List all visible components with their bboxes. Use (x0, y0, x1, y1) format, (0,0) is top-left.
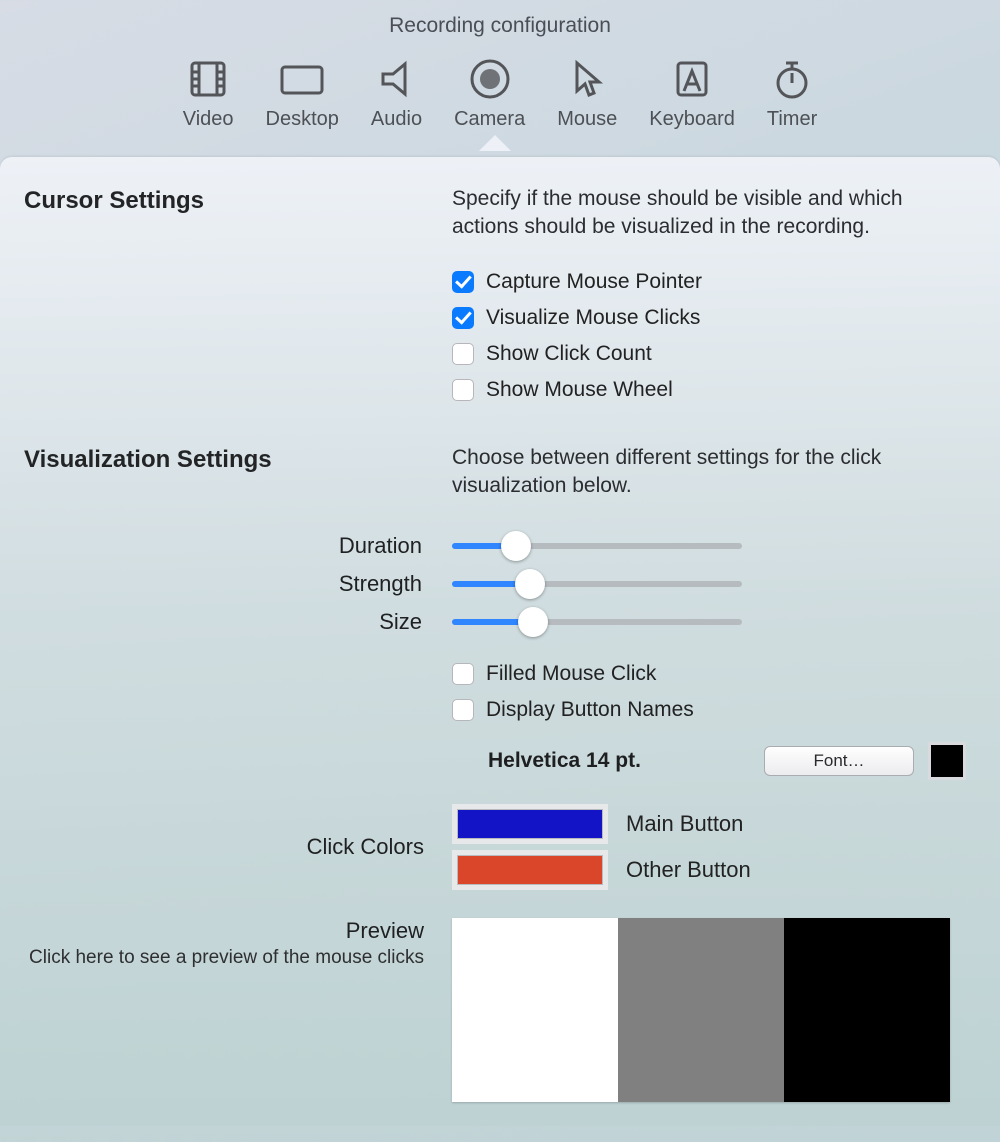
preview-area[interactable] (452, 918, 950, 1102)
preview-pane-black[interactable] (784, 918, 950, 1102)
tab-video[interactable]: Video (183, 54, 234, 131)
label-main-button: Main Button (626, 811, 743, 837)
checkbox-visualize-mouse-clicks[interactable] (452, 307, 474, 329)
visualization-settings-heading: Visualization Settings (24, 444, 424, 523)
font-button[interactable]: Font… (764, 746, 914, 776)
checkbox-display-button-names[interactable] (452, 699, 474, 721)
preview-pane-white[interactable] (452, 918, 618, 1102)
tab-mouse[interactable]: Mouse (557, 54, 617, 131)
keyboard-icon (667, 54, 717, 104)
label-visualize-mouse-clicks: Visualize Mouse Clicks (486, 306, 700, 330)
tab-label-desktop: Desktop (266, 108, 339, 131)
cursor-settings-heading: Cursor Settings (24, 185, 424, 408)
font-color-swatch[interactable] (928, 742, 966, 780)
tab-label-camera: Camera (454, 108, 525, 131)
label-capture-mouse-pointer: Capture Mouse Pointer (486, 270, 702, 294)
desktop-icon (277, 54, 327, 104)
slider-label-size: Size (24, 609, 424, 635)
tab-desktop[interactable]: Desktop (266, 54, 339, 131)
tab-keyboard[interactable]: Keyboard (649, 54, 735, 131)
label-show-click-count: Show Click Count (486, 342, 652, 366)
tab-label-mouse: Mouse (557, 108, 617, 131)
tab-timer[interactable]: Timer (767, 54, 817, 131)
click-colors-label: Click Colors (24, 834, 424, 860)
visualization-settings-description: Choose between different settings for th… (452, 444, 966, 501)
checkbox-filled-mouse-click[interactable] (452, 663, 474, 685)
slider-size[interactable] (452, 608, 742, 636)
visualization-settings-section: Visualization Settings Choose between di… (24, 444, 966, 523)
video-icon (183, 54, 233, 104)
selected-tab-pointer (0, 135, 1000, 157)
color-swatch-main-button[interactable] (452, 804, 608, 844)
checkbox-capture-mouse-pointer[interactable] (452, 271, 474, 293)
cursor-settings-description: Specify if the mouse should be visible a… (452, 185, 966, 242)
label-other-button: Other Button (626, 857, 751, 883)
tab-label-timer: Timer (767, 108, 817, 131)
slider-label-strength: Strength (24, 571, 424, 597)
checkbox-show-click-count[interactable] (452, 343, 474, 365)
toolbar: Video Desktop Audio Camera Mouse Keyboar… (0, 48, 1000, 135)
label-show-mouse-wheel: Show Mouse Wheel (486, 378, 673, 402)
preview-label: Preview (24, 918, 424, 944)
preview-subtext: Click here to see a preview of the mouse… (24, 946, 424, 971)
tab-camera[interactable]: Camera (454, 54, 525, 131)
color-swatch-other-button[interactable] (452, 850, 608, 890)
cursor-settings-section: Cursor Settings Specify if the mouse sho… (24, 185, 966, 408)
slider-label-duration: Duration (24, 533, 424, 559)
checkbox-show-mouse-wheel[interactable] (452, 379, 474, 401)
audio-icon (372, 54, 422, 104)
tab-audio[interactable]: Audio (371, 54, 422, 131)
timer-icon (767, 54, 817, 104)
label-display-button-names: Display Button Names (486, 698, 694, 722)
tab-label-video: Video (183, 108, 234, 131)
tab-label-audio: Audio (371, 108, 422, 131)
slider-strength[interactable] (452, 570, 742, 598)
mouse-icon (562, 54, 612, 104)
preview-pane-gray[interactable] (618, 918, 784, 1102)
tab-label-keyboard: Keyboard (649, 108, 735, 131)
label-filled-mouse-click: Filled Mouse Click (486, 662, 656, 686)
settings-panel: Cursor Settings Specify if the mouse sho… (0, 157, 1000, 1142)
window-title: Recording configuration (0, 0, 1000, 48)
font-display-label: Helvetica 14 pt. (488, 749, 641, 773)
camera-icon (465, 54, 515, 104)
slider-duration[interactable] (452, 532, 742, 560)
